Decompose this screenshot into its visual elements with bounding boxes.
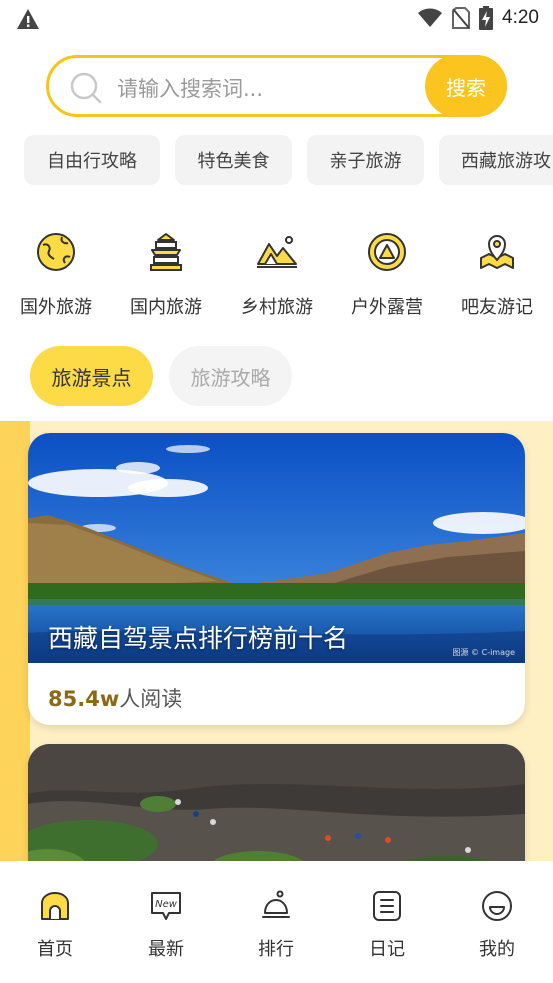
new-badge-icon: New: [151, 892, 181, 920]
bottom-navigation: 首页 New 最新 排行 日记 我的: [0, 861, 553, 983]
article-card[interactable]: [28, 744, 525, 861]
article-card[interactable]: 西藏自驾景点排行榜前十名 图源 © C-image 85.4w人阅读: [28, 433, 525, 725]
profile-icon: [482, 891, 512, 921]
ranking-icon: [262, 890, 290, 918]
nav-ranking[interactable]: 排行: [236, 889, 316, 961]
warning-icon: [17, 9, 39, 29]
globe-icon: [37, 233, 75, 271]
svg-text:New: New: [155, 899, 178, 910]
article-feed: 西藏自驾景点排行榜前十名 图源 © C-image 85.4w人阅读: [0, 421, 553, 861]
category-label: 国外旅游: [20, 297, 92, 318]
read-count-suffix: 人阅读: [119, 687, 183, 711]
wifi-icon: [418, 8, 443, 27]
nav-home[interactable]: 首页: [15, 889, 95, 961]
nav-label: 日记: [369, 939, 405, 960]
image-watermark: 图源 © C-image: [452, 648, 515, 657]
home-icon: [41, 892, 69, 920]
article-read-count: 85.4w人阅读: [48, 683, 182, 713]
search-bar[interactable]: 请输入搜索词... 搜索: [46, 55, 507, 117]
category-label: 吧友游记: [461, 297, 533, 318]
search-input[interactable]: 请输入搜索词...: [117, 73, 263, 103]
nav-label: 最新: [148, 939, 184, 960]
feed-side-band: [0, 421, 30, 861]
chip-local-food[interactable]: 特色美食: [175, 135, 292, 185]
search-button[interactable]: 搜索: [425, 55, 507, 117]
category-camping[interactable]: 户外露营: [337, 230, 437, 319]
tab-travel-guides[interactable]: 旅游攻略: [169, 346, 292, 406]
nav-label: 排行: [258, 939, 294, 960]
battery-charging-icon: [479, 6, 494, 30]
map-pin-icon: [480, 235, 514, 269]
hillside-hikers-photo: [28, 744, 525, 861]
status-bar: 4:20: [0, 0, 553, 38]
category-label: 乡村旅游: [241, 297, 313, 318]
clock: 4:20: [502, 7, 539, 28]
article-title: 西藏自驾景点排行榜前十名: [48, 624, 349, 653]
chip-family-travel[interactable]: 亲子旅游: [307, 135, 424, 185]
category-abroad[interactable]: 国外旅游: [6, 230, 106, 319]
temple-icon: [150, 233, 182, 271]
category-label: 国内旅游: [130, 297, 202, 318]
tag-chips: 自由行攻略 特色美食 亲子旅游 西藏旅游攻: [24, 135, 553, 185]
chip-free-travel[interactable]: 自由行攻略: [24, 135, 160, 185]
category-travel-notes[interactable]: 吧友游记: [447, 230, 547, 319]
nav-label: 我的: [479, 939, 515, 960]
mountain-tent-icon: [257, 236, 297, 268]
read-count-number: 85.4w: [48, 687, 120, 711]
category-domestic[interactable]: 国内旅游: [116, 230, 216, 319]
camping-tent-icon: [368, 233, 406, 271]
nav-diary[interactable]: 日记: [347, 889, 427, 961]
diary-icon: [373, 891, 401, 921]
category-label: 户外露营: [351, 297, 423, 318]
tab-scenic-spots[interactable]: 旅游景点: [30, 346, 153, 406]
search-icon: [70, 72, 102, 104]
nav-profile[interactable]: 我的: [457, 889, 537, 961]
nav-latest[interactable]: New 最新: [126, 889, 206, 961]
category-rural[interactable]: 乡村旅游: [227, 230, 327, 319]
no-sim-icon: [452, 7, 471, 29]
nav-label: 首页: [37, 939, 73, 960]
chip-tibet-travel[interactable]: 西藏旅游攻: [439, 135, 553, 185]
